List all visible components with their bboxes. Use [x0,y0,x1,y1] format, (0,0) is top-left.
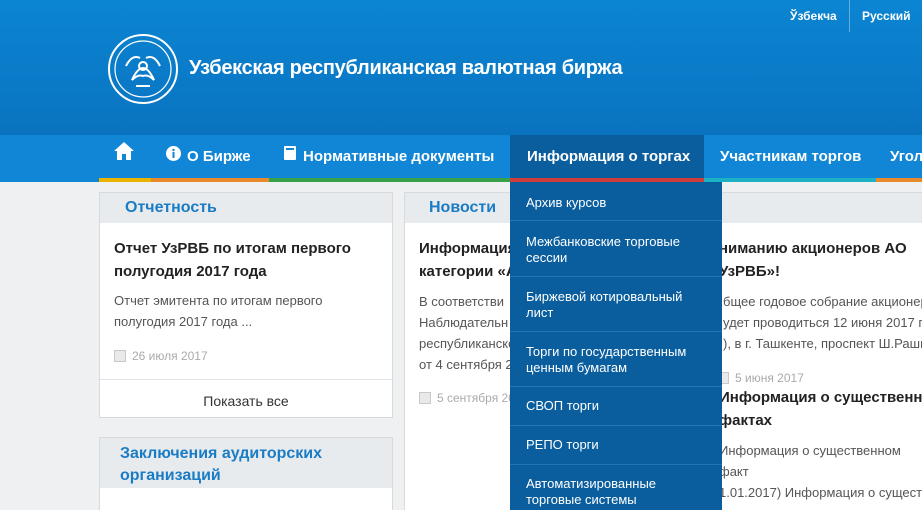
dropdown-divider [510,331,722,332]
news-item-3-text-line: 1.01.2017) Информация о сущест [719,485,922,500]
nav-accent-bar [99,178,151,182]
nav-accent-bar [704,178,876,182]
report-news-title[interactable]: Отчет УзРВБ по итогам первого полугодия … [114,237,384,283]
nav-normative-docs[interactable]: Нормативные документы [269,135,510,182]
book-icon [283,135,297,179]
report-news-text: Отчет эмитента по итогам первого полугод… [114,293,323,329]
report-date-text: 26 июля 2017 [132,349,208,363]
nav-participants-label: Участникам торгов [720,148,862,165]
nav-trading-info[interactable]: Информация о торгах [510,135,704,182]
nav-home[interactable] [99,135,151,182]
main-navigation: О Бирже Нормативные документы Информация… [0,135,922,182]
site-title[interactable]: Узбекская республиканская валютная биржа [189,57,623,80]
home-icon [113,135,135,179]
news-item-1-date: 5 сентября 20 [419,391,515,405]
news-item-3-title[interactable]: Информация о существенн фактах [719,386,922,432]
calendar-icon [114,350,126,362]
news-item-1-text-line: В соответстви [419,294,505,309]
dropdown-item-swap-trading[interactable]: СВОП торги [510,398,722,414]
dropdown-item-interbank-sessions[interactable]: Межбанковские торговые сессии [510,234,722,266]
nav-corner-label: Угол [890,148,922,165]
reports-title[interactable]: Отчетность [125,197,217,219]
dropdown-divider [510,276,722,277]
lang-russian-link[interactable]: Русский [862,9,911,23]
news-item-2-text-line: удет проводиться 12 июня 2017 го [723,315,922,330]
dropdown-divider [510,425,722,426]
show-all-button[interactable]: Показать все [100,379,392,423]
news-item-2-title[interactable]: ниманию акционеров АО УзРВБ»! [719,237,907,283]
nav-trading-info-label: Информация о торгах [527,148,691,165]
dropdown-divider [510,220,722,221]
dropdown-item-repo-trading[interactable]: РЕПО торги [510,437,722,453]
lang-divider [849,0,850,32]
dropdown-divider [510,464,722,465]
news-item-1-title-line: категории «А [419,263,517,280]
dropdown-item-gov-securities[interactable]: Торги по государственным ценным бумагам [510,344,722,376]
exchange-logo-icon[interactable] [108,34,178,104]
nav-participants[interactable]: Участникам торгов [704,135,876,182]
news-item-2-title-line: УзРВБ»! [719,263,780,280]
nav-corner[interactable]: Угол [876,135,922,182]
nav-accent-bar [269,178,510,182]
info-icon [166,135,181,179]
news-item-2-date: 5 июня 2017 [717,371,804,385]
news-item-2-date-text: 5 июня 2017 [735,371,804,385]
news-item-2-text-line: бщее годовое собрание акционер [723,294,922,309]
calendar-icon [419,392,431,404]
trading-info-dropdown: Архив курсов Межбанковские торговые сесс… [510,182,722,510]
news-item-3-title-line: Информация о существенн [719,389,922,406]
news-item-1-text-line: от 4 сентября 2 [419,357,513,372]
news-item-2-text: бщее годовое собрание акционер удет пров… [723,291,922,354]
news-item-3-text-line: Информация о существенном факт [719,443,901,479]
news-item-1-title-line: Информация [419,240,517,257]
news-item-3-text: Информация о существенном факт 1.01.2017… [719,440,922,503]
news-item-2-title-line: ниманию акционеров АО [719,240,907,257]
news-title[interactable]: Новости [429,197,496,219]
dropdown-item-quotation-list[interactable]: Биржевой котировальный лист [510,289,722,321]
nav-normative-docs-label: Нормативные документы [303,148,495,165]
nav-accent-bar [876,178,922,182]
nav-accent-bar [151,178,269,182]
news-item-3-title-line: фактах [719,412,773,429]
dropdown-divider [510,386,722,387]
news-item-1-title[interactable]: Информация категории «А [419,237,517,283]
news-item-1-text: В соответстви Наблюдательн республиканск… [419,291,515,375]
audit-title[interactable]: Заключения аудиторских организаций [120,443,370,487]
news-item-1-text-line: республиканско [419,336,516,351]
dropdown-item-automated-systems[interactable]: Автоматизированные торговые системы [510,476,722,508]
news-item-1-date-text: 5 сентября 20 [437,391,515,405]
site-header: Ўзбекча Русский Узбекская республиканска… [0,0,922,135]
reports-card: Отчетность Отчет УзРВБ по итогам первого… [99,192,393,418]
news-item-2-text-line: ), в г. Ташкенте, проспект Ш.Раши [723,336,922,351]
lang-uzbek-link[interactable]: Ўзбекча [790,9,837,23]
report-news-date: 26 июля 2017 [114,349,208,363]
audit-card: Заключения аудиторских организаций [99,437,393,510]
nav-about[interactable]: О Бирже [151,135,269,182]
dropdown-item-rates-archive[interactable]: Архив курсов [510,195,722,211]
nav-about-label: О Бирже [187,148,251,165]
news-item-1-text-line: Наблюдательн [419,315,509,330]
